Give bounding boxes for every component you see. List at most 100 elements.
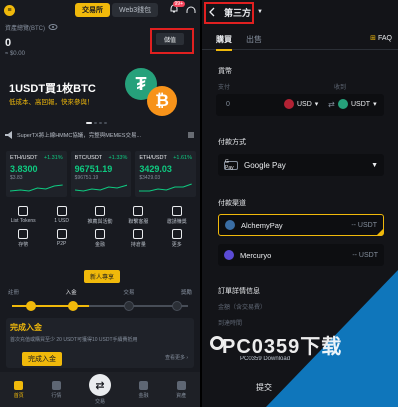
faq-link[interactable]: ⊞ FAQ: [370, 34, 392, 43]
step-label: 註冊: [8, 290, 20, 296]
market-change: +1.31%: [43, 155, 63, 161]
usdt-icon: [338, 99, 348, 109]
nav-finance[interactable]: 金融: [138, 380, 149, 399]
chat-icon: [133, 206, 144, 216]
nav-label: 交易: [94, 399, 105, 405]
shortcut-more[interactable]: 更多: [158, 229, 196, 248]
channel-label: 付款渠道: [218, 200, 246, 207]
nav-assets[interactable]: 資產: [176, 380, 186, 399]
announcement-ticker[interactable]: SuperTX將上線HMMC協議，完整與MEMES交易...: [0, 129, 200, 141]
buy-sell-tabs: 購買 出售: [202, 30, 398, 51]
step-label: 交易: [123, 290, 135, 296]
step-dot: [172, 301, 182, 311]
step-label: 入金: [65, 290, 77, 296]
market-usd: $3429.03: [139, 175, 161, 181]
swap-arrows-icon[interactable]: ⇄: [328, 100, 335, 109]
header-icons: 99+: [169, 1, 196, 16]
shortcut-invite[interactable]: 邀請賺獎: [158, 206, 196, 225]
shortcut-label: 更多: [171, 242, 182, 248]
payment-method-label: 付款方式: [218, 139, 246, 146]
nav-markets[interactable]: 行情: [51, 380, 61, 399]
order-details-title: 訂單詳情信息: [218, 288, 260, 295]
shortcut-label: 1 USD: [54, 218, 69, 224]
market-card[interactable]: BTC/USDT +1.33% 96751.19 $96751.19: [70, 151, 132, 197]
google-pay-icon: G Pay: [224, 159, 238, 171]
market-price: 96751.19: [74, 164, 113, 174]
notification-bell[interactable]: 99+: [169, 1, 185, 16]
finance-nav-icon: [139, 380, 149, 390]
shortcut-label: List Tokens: [10, 218, 36, 224]
selected-corner-icon: [377, 229, 383, 235]
new-user-label: 新人專享: [84, 270, 121, 283]
shortcut-label: 推薦與活動: [87, 219, 113, 225]
gift-icon: [94, 206, 105, 216]
amount-input[interactable]: 0: [226, 101, 230, 108]
bitcoin-coin-icon: ₿: [147, 86, 177, 116]
shortcut-list-tokens[interactable]: List Tokens: [4, 206, 42, 225]
market-pair: ETH/USDT: [10, 155, 38, 161]
shortcut-savings[interactable]: 存幣: [4, 229, 42, 248]
chevron-down-icon: ▾: [373, 101, 377, 108]
shortcut-referral[interactable]: 推薦與活動: [81, 206, 119, 225]
step-label: 獎勵: [180, 290, 192, 296]
order-arrival-row: 到達時間: [218, 321, 243, 327]
tab-buy[interactable]: 購買: [216, 34, 232, 51]
chevron-down-icon[interactable]: ▼: [257, 9, 263, 15]
wallet-icon: [176, 380, 186, 390]
chart-icon: [133, 229, 144, 239]
notification-badge: 99+: [172, 1, 185, 7]
shortcut-finance[interactable]: 金融: [81, 229, 119, 248]
shortcut-open-interest[interactable]: 持倉量: [119, 229, 157, 248]
complete-deposit-button[interactable]: 完成入金: [22, 352, 62, 366]
tab-sell[interactable]: 出售: [246, 34, 262, 45]
market-pair: ETH/USDT: [139, 155, 167, 161]
view-more-link[interactable]: 查看更多 ›: [165, 354, 188, 361]
tokens-icon: [18, 206, 29, 216]
header-tabs: 交易所 Web3錢包: [75, 3, 159, 17]
ticker-text: SuperTX將上線HMMC協議，完整與MEMES交易...: [17, 133, 142, 139]
shortcut-1usd[interactable]: 1 USD: [42, 206, 80, 225]
payment-method-select[interactable]: G Pay Google Pay ▼: [218, 154, 384, 176]
us-flag-icon: [284, 99, 294, 109]
market-pair: BTC/USDT: [74, 155, 103, 161]
channel-value: -- USDT: [352, 251, 378, 259]
app-logo-icon[interactable]: ≡: [4, 4, 15, 16]
nav-trade[interactable]: ⇄ 交易: [88, 374, 111, 405]
shortcut-label: 持倉量: [130, 242, 146, 248]
eye-icon[interactable]: [48, 22, 58, 32]
highlight-box-deposit: [150, 28, 194, 54]
crypto-select[interactable]: USDT ▾: [338, 99, 377, 109]
onboarding-steps: 註冊 入金 交易 獎勵: [8, 288, 192, 296]
list-icon[interactable]: [186, 130, 196, 140]
shortcut-support[interactable]: 聯繫客服: [119, 206, 157, 225]
market-card[interactable]: ETH/USDT +1.31% 3.8300 $3.83: [6, 151, 67, 197]
step-progress: [12, 305, 188, 307]
markets-icon: [51, 380, 61, 390]
tab-exchange[interactable]: 交易所: [75, 3, 110, 17]
faq-icon: ⊞: [370, 35, 376, 42]
balance-label: 資產總覽(BTC): [5, 25, 45, 32]
nav-home[interactable]: 首頁: [14, 380, 24, 399]
alchemypay-icon: [225, 220, 235, 230]
shortcut-p2p[interactable]: P2P: [42, 229, 80, 248]
carousel-dots: [86, 122, 107, 124]
promo-banner[interactable]: 1USDT買1枚BTC 低成本、高回報，快來參與！ ₮ ₿: [0, 62, 200, 126]
mercuryo-icon: [224, 250, 234, 260]
crypto-code: USDT: [351, 100, 371, 108]
deposit-task-desc: 首次充值或購買至少 20 USDT可獲得10 USDT手續費抵用: [10, 337, 138, 343]
tab-web3-wallet[interactable]: Web3錢包: [112, 3, 159, 17]
nav-label: 金融: [138, 392, 149, 399]
channel-value: -- USDT: [351, 221, 377, 229]
channel-alchemypay[interactable]: AlchemyPay -- USDT: [218, 214, 384, 236]
market-card[interactable]: ETH/USDT +1.61% 3429.03 $3429.03: [135, 151, 197, 197]
channel-mercuryo[interactable]: Mercuryo -- USDT: [218, 244, 384, 266]
grid-icon: [171, 229, 182, 239]
highlight-box-title: [204, 2, 254, 24]
currency-label: 貨幣: [218, 68, 232, 75]
headset-icon[interactable]: [186, 5, 196, 15]
market-price: 3.8300: [10, 164, 38, 174]
third-party-buy-screen: 第三方 ▼ 購買 出售 ⊞ FAQ 貨幣 支付 收到 0 USD ▾ ⇄ USD…: [202, 0, 398, 407]
market-change: +1.33%: [108, 155, 128, 161]
deposit-task-title: 完成入金: [10, 323, 42, 332]
fiat-select[interactable]: USD ▾: [284, 99, 318, 109]
